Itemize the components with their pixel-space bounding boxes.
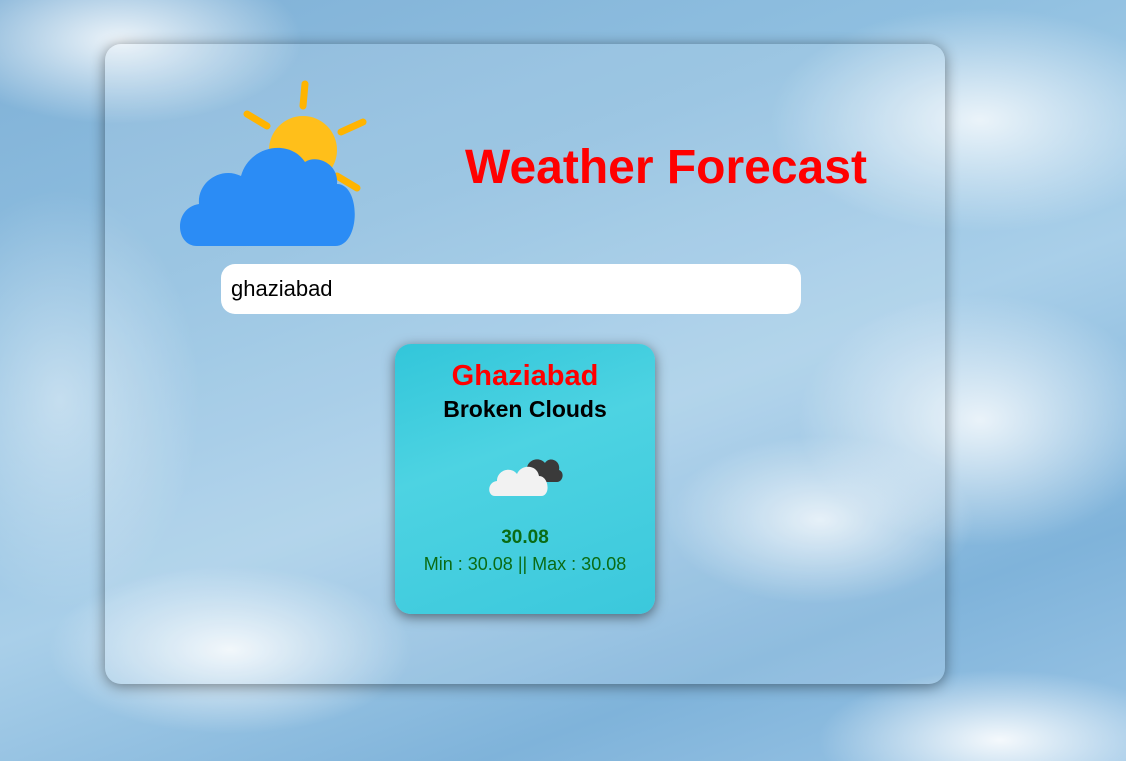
weather-description: Broken Clouds: [443, 396, 607, 422]
min-max-temperature: Min : 30.08 || Max : 30.08: [423, 554, 627, 574]
weather-card: Ghaziabad Broken Clouds 30.08 Min : 30.0…: [395, 344, 655, 614]
broken-clouds-icon: [489, 459, 563, 496]
search-input[interactable]: [221, 264, 801, 314]
sun-behind-cloud-icon: [180, 80, 367, 246]
page-title: Weather Forecast: [465, 141, 867, 194]
weather-panel: Weather Forecast Ghaziabad Broken Clouds…: [105, 44, 945, 684]
city-name: Ghaziabad: [451, 360, 599, 392]
temperature: 30.08: [501, 527, 549, 548]
